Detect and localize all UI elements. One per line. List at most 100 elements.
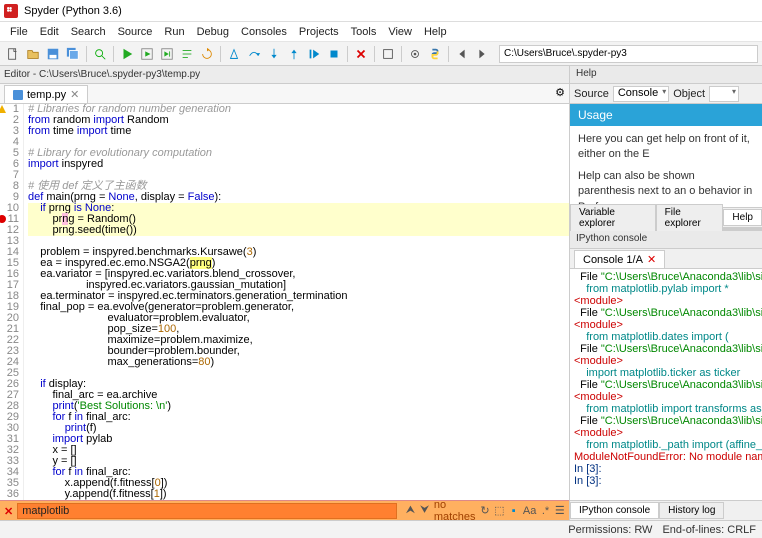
- tab-file-explorer[interactable]: File explorer: [656, 204, 724, 232]
- debug-button[interactable]: [225, 45, 243, 63]
- run-selection-button[interactable]: [178, 45, 196, 63]
- menu-help[interactable]: Help: [418, 24, 453, 40]
- code-area[interactable]: # Libraries for random number generation…: [24, 104, 569, 500]
- tab-variable-explorer[interactable]: Variable explorer: [570, 204, 656, 232]
- console-line: <module>: [574, 427, 758, 439]
- find-regex-button[interactable]: .*: [540, 504, 550, 518]
- separator: [347, 46, 348, 62]
- tab-help[interactable]: Help: [723, 209, 762, 226]
- code-line[interactable]: import inspyred: [28, 159, 569, 170]
- line-number[interactable]: 11: [0, 214, 19, 225]
- find-status: no matches: [434, 499, 476, 521]
- statusbar: Permissions: RW End-of-lines: CRLF: [0, 520, 762, 538]
- menu-consoles[interactable]: Consoles: [235, 24, 293, 40]
- run-cell-advance-button[interactable]: [158, 45, 176, 63]
- console-line: <module>: [574, 319, 758, 331]
- save-button[interactable]: [44, 45, 62, 63]
- console-line: File "C:\Users\Bruce\Anaconda3\lib\site: [574, 343, 758, 355]
- run-cell-button[interactable]: [138, 45, 156, 63]
- code-line[interactable]: # Library for evolutionary computation: [28, 148, 569, 159]
- ipython-console[interactable]: File "C:\Users\Bruce\Anaconda3\lib\site …: [570, 269, 762, 500]
- working-dir-input[interactable]: [499, 45, 758, 63]
- code-line[interactable]: [28, 368, 569, 379]
- editor-tabs: temp.py ✕ ⚙: [0, 84, 569, 104]
- separator: [401, 46, 402, 62]
- pythonpath-button[interactable]: [426, 45, 444, 63]
- preferences-button[interactable]: [406, 45, 424, 63]
- separator: [113, 46, 114, 62]
- tab-history-log[interactable]: History log: [659, 502, 724, 519]
- console-line: <module>: [574, 355, 758, 367]
- menu-search[interactable]: Search: [65, 24, 112, 40]
- console-line: In [3]:: [574, 463, 758, 475]
- console-line: File "C:\Users\Bruce\Anaconda3\lib\site: [574, 415, 758, 427]
- help-content: Usage Here you can get help on front of …: [570, 104, 762, 207]
- main-toolbar: [0, 42, 762, 66]
- forward-button[interactable]: [473, 45, 491, 63]
- find-input[interactable]: [17, 503, 397, 519]
- code-editor[interactable]: 1234567891011121314151617181920212223242…: [0, 104, 569, 500]
- open-file-button[interactable]: [24, 45, 42, 63]
- find-list-icon[interactable]: ☰: [555, 504, 565, 518]
- status-eol: End-of-lines: CRLF: [662, 524, 756, 536]
- menu-run[interactable]: Run: [158, 24, 190, 40]
- line-number-gutter: 1234567891011121314151617181920212223242…: [0, 104, 24, 500]
- close-console-icon[interactable]: ✕: [647, 253, 656, 266]
- step-out-button[interactable]: [285, 45, 303, 63]
- continue-button[interactable]: [305, 45, 323, 63]
- console-line: File "C:\Users\Bruce\Anaconda3\lib\site: [574, 271, 758, 283]
- menu-view[interactable]: View: [382, 24, 418, 40]
- max-pane-button[interactable]: [379, 45, 397, 63]
- run-button[interactable]: [118, 45, 136, 63]
- code-line[interactable]: for f in final_arc:: [28, 412, 569, 423]
- tab-ipython-console[interactable]: IPython console: [570, 502, 659, 519]
- console-line: <module>: [574, 295, 758, 307]
- console-line: ModuleNotFoundError: No module named 'ma…: [574, 451, 758, 463]
- console-bottom-tabs: IPython console History log: [570, 500, 762, 520]
- tab-console-1a[interactable]: Console 1/A ✕: [574, 250, 665, 268]
- console-line: from matplotlib._path import (affine_t: [574, 439, 758, 451]
- menu-file[interactable]: File: [4, 24, 34, 40]
- tab-temp-py[interactable]: temp.py ✕: [4, 85, 88, 103]
- code-line[interactable]: prng.seed(time()): [28, 225, 569, 236]
- step-into-button[interactable]: [265, 45, 283, 63]
- tab-label: temp.py: [27, 89, 66, 101]
- find-next-button[interactable]: ⮟: [420, 504, 430, 518]
- find-wholeword-icon[interactable]: ⬚: [494, 504, 504, 518]
- console-line: In [3]:: [574, 475, 758, 487]
- find-highlight-icon[interactable]: ▪: [509, 504, 519, 518]
- help-source-combo[interactable]: Console: [613, 86, 669, 102]
- menu-debug[interactable]: Debug: [191, 24, 235, 40]
- find-loop-icon[interactable]: ↻: [480, 504, 490, 518]
- close-find-icon[interactable]: ✕: [4, 505, 13, 517]
- right-dock: Help Source Console Object Usage Here yo…: [570, 66, 762, 520]
- step-over-button[interactable]: [245, 45, 263, 63]
- stop-debug-button[interactable]: [325, 45, 343, 63]
- code-line[interactable]: import pylab: [28, 434, 569, 445]
- close-tab-icon[interactable]: ✕: [70, 88, 79, 101]
- menu-edit[interactable]: Edit: [34, 24, 65, 40]
- find-case-button[interactable]: Aa: [523, 504, 536, 518]
- back-button[interactable]: [453, 45, 471, 63]
- menu-projects[interactable]: Projects: [293, 24, 345, 40]
- code-line[interactable]: x = []: [28, 445, 569, 456]
- python-file-icon: [13, 90, 23, 100]
- rerun-button[interactable]: [198, 45, 216, 63]
- terminate-button[interactable]: [352, 45, 370, 63]
- menu-source[interactable]: Source: [112, 24, 159, 40]
- save-all-button[interactable]: [64, 45, 82, 63]
- spyder-icon: [4, 4, 18, 18]
- working-dir: [499, 45, 758, 63]
- menu-tools[interactable]: Tools: [345, 24, 383, 40]
- code-line[interactable]: max_generations=80): [28, 357, 569, 368]
- tab-options-icon[interactable]: ⚙: [555, 86, 565, 99]
- new-file-button[interactable]: [4, 45, 22, 63]
- find-prev-button[interactable]: ⮝: [405, 504, 415, 518]
- help-object-combo[interactable]: [709, 86, 739, 102]
- code-line[interactable]: from time import time: [28, 126, 569, 137]
- console-line: import matplotlib.ticker as ticker: [574, 367, 758, 379]
- usage-p1: Here you can get help on front of it, ei…: [578, 132, 754, 163]
- console-tab-label: Console 1/A: [583, 254, 643, 266]
- window-titlebar: Spyder (Python 3.6): [0, 0, 762, 22]
- search-button[interactable]: [91, 45, 109, 63]
